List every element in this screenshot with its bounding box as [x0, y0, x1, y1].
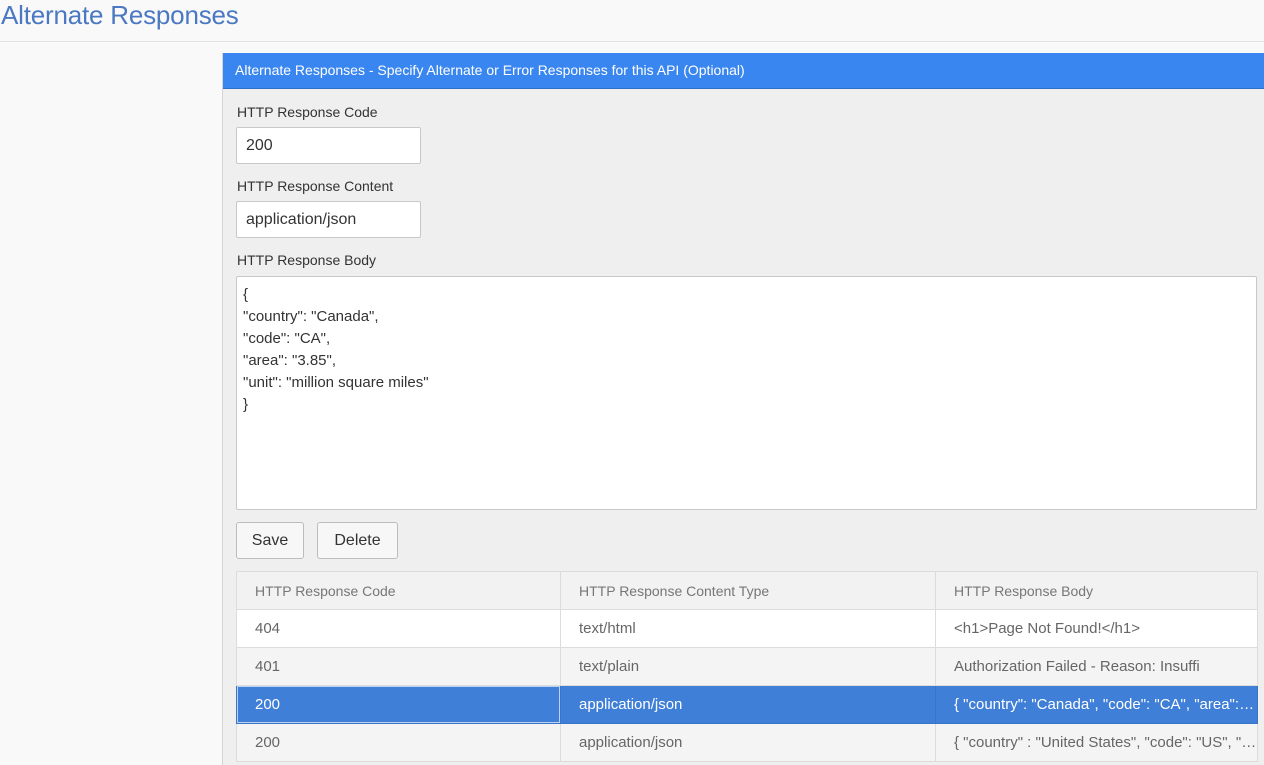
response-content-input[interactable]	[236, 201, 421, 238]
page-header: Alternate Responses	[0, 0, 1264, 42]
page-title: Alternate Responses	[1, 0, 239, 30]
cell-content-type[interactable]: application/json	[560, 685, 936, 724]
cell-body[interactable]: { "country": "Canada", "code": "CA", "ar…	[935, 685, 1258, 724]
cell-body[interactable]: Authorization Failed - Reason: Insuffi	[935, 647, 1258, 686]
cell-code[interactable]: 404	[236, 609, 561, 648]
column-header-body[interactable]: HTTP Response Body	[935, 571, 1258, 610]
response-body-label: HTTP Response Body	[237, 252, 377, 268]
cell-body[interactable]: { "country" : "United States", "code": "…	[935, 723, 1258, 762]
response-body-textarea[interactable]: { "country": "Canada", "code": "CA", "ar…	[236, 276, 1257, 510]
delete-button[interactable]: Delete	[317, 522, 398, 559]
response-content-label: HTTP Response Content	[237, 178, 394, 194]
table-row[interactable]: 401 text/plain Authorization Failed - Re…	[236, 647, 1258, 686]
responses-table: HTTP Response Code HTTP Response Content…	[236, 571, 1258, 762]
cell-body[interactable]: <h1>Page Not Found!</h1>	[935, 609, 1258, 648]
response-code-label: HTTP Response Code	[237, 104, 378, 120]
table-header-row: HTTP Response Code HTTP Response Content…	[236, 571, 1258, 610]
column-header-content-type[interactable]: HTTP Response Content Type	[560, 571, 936, 610]
cell-content-type[interactable]: application/json	[560, 723, 936, 762]
cell-content-type[interactable]: text/html	[560, 609, 936, 648]
table-row[interactable]: 200 application/json { "country" : "Unit…	[236, 723, 1258, 762]
cell-code[interactable]: 401	[236, 647, 561, 686]
panel-heading: Alternate Responses - Specify Alternate …	[223, 53, 1264, 89]
cell-code[interactable]: 200	[236, 723, 561, 762]
alternate-responses-panel: Alternate Responses - Specify Alternate …	[222, 53, 1264, 765]
cell-content-type[interactable]: text/plain	[560, 647, 936, 686]
table-row-selected[interactable]: 200 application/json { "country": "Canad…	[236, 685, 1258, 724]
save-button[interactable]: Save	[236, 522, 304, 559]
response-code-input[interactable]	[236, 127, 421, 164]
table-row[interactable]: 404 text/html <h1>Page Not Found!</h1>	[236, 609, 1258, 648]
cell-code[interactable]: 200	[236, 685, 561, 724]
column-header-code[interactable]: HTTP Response Code	[236, 571, 561, 610]
